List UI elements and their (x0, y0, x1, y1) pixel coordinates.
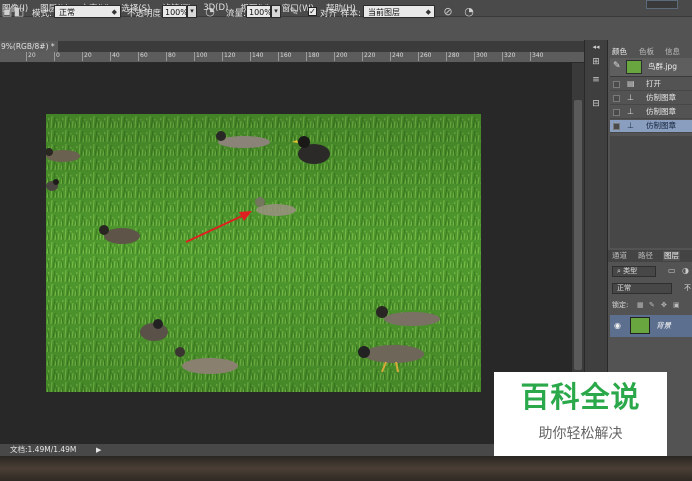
history-brush-icon: ✎ (613, 61, 621, 71)
lock-transparency-icon[interactable]: ▦ (637, 300, 644, 310)
watermark-title: 百科全说 (520, 380, 641, 414)
opacity-input[interactable]: 100% (162, 5, 187, 18)
document-tab-label: 9%(RGB/8#) * (1, 42, 55, 51)
layer-filter-dropdown[interactable]: ⌕ 类型 (612, 266, 656, 277)
lock-pixels-icon[interactable]: ✎ (649, 300, 655, 310)
flow-label: 流量: (226, 9, 246, 19)
history-source-box[interactable] (613, 81, 620, 88)
ruler-tick: 220 (362, 52, 376, 61)
opacity-slider-toggle[interactable]: ▾ (187, 5, 197, 18)
clone-source-panel-icon[interactable]: ⊟ (589, 98, 603, 110)
flow-input[interactable]: 100% (246, 5, 271, 18)
dropdown-arrow-icon: ◆ (425, 8, 431, 16)
aligned-label: 对齐 (320, 9, 338, 19)
history-state-label: 仿制图章 (646, 121, 676, 130)
ruler-tick: 120 (222, 52, 236, 61)
history-source-box[interactable] (613, 95, 620, 102)
ruler-tick: 60 (138, 52, 148, 61)
lock-label: 锁定: (612, 301, 629, 309)
layer-filter-value: 类型 (623, 267, 638, 275)
ruler-tick: 340 (530, 52, 544, 61)
taskbar-background (0, 456, 692, 481)
ruler-tick: 140 (250, 52, 264, 61)
ruler-tick: 0 (54, 52, 60, 61)
history-state-label: 仿制图章 (646, 107, 676, 116)
history-panel-icon[interactable]: ⊞ (589, 56, 603, 68)
tab-swatches[interactable]: 色板 (639, 47, 654, 57)
adjustment-filter-icon[interactable]: ◑ (682, 266, 689, 276)
ruler-tick: 20 (26, 52, 36, 61)
history-source-box[interactable] (613, 123, 620, 130)
mode-value: 正常 (59, 8, 75, 17)
opacity-value: 100% (165, 8, 187, 17)
tab-color[interactable]: 颜色 (612, 47, 627, 57)
ruler-tick: 100 (194, 52, 208, 61)
history-state-label: 仿制图章 (646, 93, 676, 102)
brush-panel-icon[interactable]: ≡ (589, 74, 603, 86)
lock-position-icon[interactable]: ✥ (661, 300, 667, 310)
mode-dropdown[interactable]: 正常 ◆ (54, 5, 121, 18)
mode-label: 模式: (32, 9, 52, 19)
dropdown-arrow-icon: ◆ (111, 8, 117, 16)
collapse-panels-icon[interactable]: ◂◂ (589, 41, 603, 53)
history-source-box[interactable] (613, 109, 620, 116)
ruler-tick: 180 (306, 52, 320, 61)
layer-row-background[interactable] (610, 315, 692, 337)
tab-channels[interactable]: 通道 (612, 251, 627, 261)
ignore-adjustment-layers-icon[interactable]: ⊘ (441, 4, 455, 19)
options-bar (0, 16, 692, 42)
flow-value: 100% (249, 8, 271, 17)
stamp-icon: ⊥ (627, 93, 634, 102)
ruler-tick: 20 (82, 52, 92, 61)
lock-all-icon[interactable]: ▣ (673, 300, 680, 310)
watermark-subtitle: 助你轻松解决 (538, 426, 623, 442)
clone-source-icon[interactable]: ◧ (12, 4, 26, 19)
pressure-opacity-icon[interactable]: ◔ (203, 4, 217, 19)
document-tab-bar (0, 41, 584, 52)
aligned-checkbox[interactable]: ✓ (308, 7, 317, 16)
tab-layers[interactable]: 图层 (663, 251, 680, 261)
sample-dropdown[interactable]: 当前图层 ◆ (363, 5, 435, 18)
stamp-icon: ⊥ (627, 121, 634, 130)
eye-icon[interactable]: ◉ (614, 321, 621, 331)
search-icon: ⌕ (617, 267, 621, 275)
snapshot-name: 鸟群.jpg (648, 62, 677, 71)
blend-mode-dropdown[interactable]: 正常 (612, 283, 672, 294)
status-menu-arrow-icon[interactable]: ▶ (96, 445, 101, 455)
history-list-empty-area (610, 136, 692, 248)
sample-value: 当前图层 (368, 8, 400, 17)
ruler-tick: 240 (390, 52, 404, 61)
ruler-tick: 280 (446, 52, 460, 61)
snapshot-thumbnail (626, 60, 642, 74)
document-size-status: 文档:1.49M/1.49M (10, 445, 77, 454)
document-tab[interactable]: 9%(RGB/8#) * × (0, 41, 58, 52)
opacity-label: 不透明度: (127, 9, 164, 19)
ruler-tick: 40 (110, 52, 120, 61)
ruler-tick: 320 (502, 52, 516, 61)
layer-thumbnail (630, 317, 650, 334)
layer-name: 背景 (656, 321, 671, 330)
flow-slider-toggle[interactable]: ▾ (271, 5, 281, 18)
stamp-icon: ⊥ (627, 107, 634, 116)
ruler-tick: 260 (418, 52, 432, 61)
workspace-thumbnail[interactable] (646, 0, 678, 9)
layer-opacity-label: 不 (684, 284, 691, 292)
ruler-tick: 80 (166, 52, 176, 61)
ruler-tick: 160 (278, 52, 292, 61)
sample-label: 样本: (341, 9, 361, 19)
pressure-size-icon[interactable]: ◔ (462, 4, 476, 19)
document-image[interactable] (46, 114, 481, 392)
tab-paths[interactable]: 路径 (638, 251, 653, 261)
airbrush-icon[interactable]: ✎ (287, 4, 301, 19)
ruler-tick: 300 (474, 52, 488, 61)
tab-info[interactable]: 信息 (665, 47, 680, 57)
blend-mode-value: 正常 (617, 284, 631, 292)
ruler-tick: 200 (334, 52, 348, 61)
horizontal-ruler: 20 0 20 40 60 80 100 120 140 160 180 200 220 240 260 28… (0, 52, 584, 63)
scrollbar-thumb[interactable] (574, 100, 582, 370)
pixel-filter-icon[interactable]: ▭ (668, 266, 676, 276)
document-icon: ▤ (627, 79, 635, 88)
bird-flock-photo (46, 114, 481, 392)
history-state-label: 打开 (646, 79, 661, 88)
